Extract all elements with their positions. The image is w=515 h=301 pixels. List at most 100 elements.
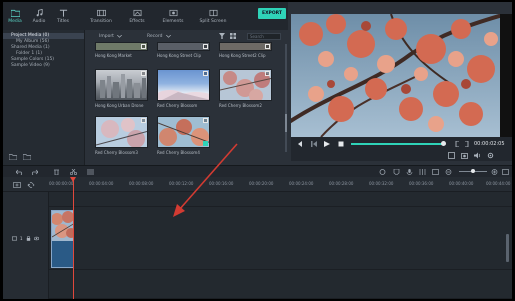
ruler-tick-label: 00:00:36:00 bbox=[409, 181, 434, 186]
media-caption: Hong Kong Urban Drone bbox=[95, 103, 144, 108]
timeline-vertical-scrollbar[interactable] bbox=[506, 234, 509, 262]
ruler-tick-label: 00:00:44:00 bbox=[486, 181, 511, 186]
step-back-icon[interactable] bbox=[311, 141, 317, 147]
timeline-clip-red-cherry-blossom4[interactable] bbox=[51, 210, 74, 268]
chevron-down-icon bbox=[165, 34, 171, 38]
media-thumb-red-cherry-blossom3[interactable] bbox=[95, 116, 148, 148]
clip-badge-icon bbox=[265, 44, 270, 49]
undo-icon[interactable] bbox=[16, 169, 23, 175]
mark-out-icon[interactable] bbox=[463, 141, 469, 147]
snapshot-icon[interactable] bbox=[461, 152, 468, 159]
video-track-icon bbox=[12, 236, 17, 241]
media-toolbar: Import Record Search bbox=[86, 30, 289, 42]
cut-icon[interactable] bbox=[70, 169, 77, 175]
tab-split-screen-label: Split Screen bbox=[199, 18, 227, 24]
folder-icon bbox=[10, 9, 20, 17]
record-dropdown[interactable]: Record bbox=[147, 34, 171, 39]
render-icon[interactable] bbox=[379, 169, 386, 175]
media-thumb-red-cherry-blossom2[interactable] bbox=[219, 69, 272, 101]
media-scrollbar-thumb[interactable] bbox=[285, 114, 287, 132]
import-dropdown[interactable]: Import bbox=[99, 34, 122, 39]
eye-icon[interactable] bbox=[33, 236, 39, 241]
record-label: Record bbox=[146, 33, 163, 39]
ruler-tick-label: 00:00:40:00 bbox=[449, 181, 474, 186]
mark-in-icon[interactable] bbox=[455, 141, 461, 147]
track-row[interactable] bbox=[49, 192, 512, 207]
previous-frame-icon[interactable] bbox=[297, 141, 303, 147]
voiceover-icon[interactable] bbox=[432, 169, 439, 175]
preview-extra-controls bbox=[291, 151, 512, 161]
preview-progress-handle[interactable] bbox=[441, 141, 446, 146]
folder-sample-video[interactable]: Sample Video (9) bbox=[3, 63, 84, 69]
link-icon[interactable] bbox=[27, 182, 35, 188]
fullscreen-icon[interactable] bbox=[448, 152, 455, 159]
tab-effects[interactable]: Effects bbox=[119, 2, 155, 30]
stop-icon[interactable] bbox=[338, 141, 344, 147]
timeline-zoom-handle[interactable] bbox=[471, 169, 475, 173]
chevron-down-icon bbox=[116, 34, 122, 38]
filter-icon[interactable] bbox=[219, 33, 225, 39]
import-label: Import bbox=[99, 33, 114, 39]
media-caption: Hong Kong Street Clip bbox=[157, 53, 201, 58]
export-button[interactable]: EXPORT bbox=[258, 8, 286, 19]
delete-icon[interactable] bbox=[53, 169, 60, 175]
media-caption: Hong Kong Street2 Clip bbox=[219, 53, 266, 58]
folder-icon[interactable] bbox=[23, 154, 31, 160]
transition-icon bbox=[96, 9, 106, 16]
clip-badge-icon bbox=[203, 118, 208, 123]
media-thumb-hong-kong-urban-drone[interactable] bbox=[95, 69, 148, 101]
ruler-tick-label: 00:00:20:00 bbox=[249, 181, 274, 186]
tab-split-screen[interactable]: Split Screen bbox=[195, 2, 231, 30]
tab-elements[interactable]: Elements bbox=[155, 2, 191, 30]
tab-audio[interactable]: Audio bbox=[27, 2, 51, 30]
tab-elements-label: Elements bbox=[162, 18, 184, 24]
media-search-input[interactable]: Search bbox=[247, 33, 281, 40]
media-filter-icons bbox=[219, 33, 236, 39]
playhead[interactable] bbox=[73, 178, 74, 299]
zoom-out-icon[interactable] bbox=[445, 169, 452, 175]
preview-timecode: 00:00:02:05 bbox=[474, 141, 505, 147]
media-thumb-hong-kong-market[interactable] bbox=[95, 42, 148, 51]
clip-thumbnail bbox=[52, 211, 73, 241]
play-icon[interactable] bbox=[324, 141, 330, 147]
media-thumb-red-cherry-blossom[interactable] bbox=[157, 69, 210, 101]
microphone-icon[interactable] bbox=[406, 169, 413, 175]
sidebar-actions bbox=[9, 154, 31, 160]
ruler-tick-label: 00:00:24:00 bbox=[289, 181, 314, 186]
ruler-tick-label: 00:00:28:00 bbox=[329, 181, 354, 186]
effects-icon bbox=[133, 9, 141, 16]
timeline-ruler[interactable]: 00:00:00:00 00:00:04:00 00:00:08:00 00:0… bbox=[3, 177, 512, 192]
new-folder-icon[interactable] bbox=[9, 154, 17, 160]
music-note-icon bbox=[36, 8, 43, 16]
timeline-toolbar bbox=[3, 165, 512, 177]
media-thumb-hong-kong-street[interactable] bbox=[157, 42, 210, 51]
track-row[interactable] bbox=[49, 270, 512, 299]
tab-titles[interactable]: Titles bbox=[51, 2, 75, 30]
text-t-icon bbox=[59, 9, 67, 17]
mixer-icon[interactable] bbox=[419, 169, 426, 175]
tab-transition[interactable]: Transition bbox=[83, 2, 119, 30]
grid-view-icon[interactable] bbox=[230, 33, 236, 39]
redo-icon[interactable] bbox=[31, 169, 38, 175]
zoom-in-icon[interactable] bbox=[491, 169, 498, 175]
marker-icon[interactable] bbox=[393, 169, 400, 175]
volume-icon[interactable] bbox=[474, 152, 481, 159]
clip-badge-icon bbox=[141, 118, 146, 123]
tab-media[interactable]: Media bbox=[3, 2, 27, 30]
media-caption: Red Cherry Blossom2 bbox=[219, 103, 262, 108]
media-thumb-hong-kong-street2[interactable] bbox=[219, 42, 272, 51]
timeline-tracks[interactable] bbox=[3, 192, 512, 299]
tab-audio-label: Audio bbox=[32, 18, 46, 24]
elements-icon bbox=[169, 9, 177, 16]
media-scrollbar[interactable] bbox=[285, 44, 287, 152]
fit-timeline-icon[interactable] bbox=[502, 169, 509, 175]
add-track-icon[interactable] bbox=[13, 182, 21, 188]
video-track-1[interactable] bbox=[49, 207, 512, 270]
settings-gear-icon[interactable] bbox=[487, 152, 494, 159]
adjust-icon[interactable] bbox=[87, 169, 94, 175]
lock-icon[interactable] bbox=[26, 236, 31, 241]
clip-badge-icon bbox=[203, 44, 208, 49]
media-caption: Hong Kong Market bbox=[95, 53, 132, 58]
tab-media-label: Media bbox=[8, 18, 22, 24]
media-folder-sidebar: Project Media (0) My Album (56) Shared M… bbox=[3, 30, 85, 165]
